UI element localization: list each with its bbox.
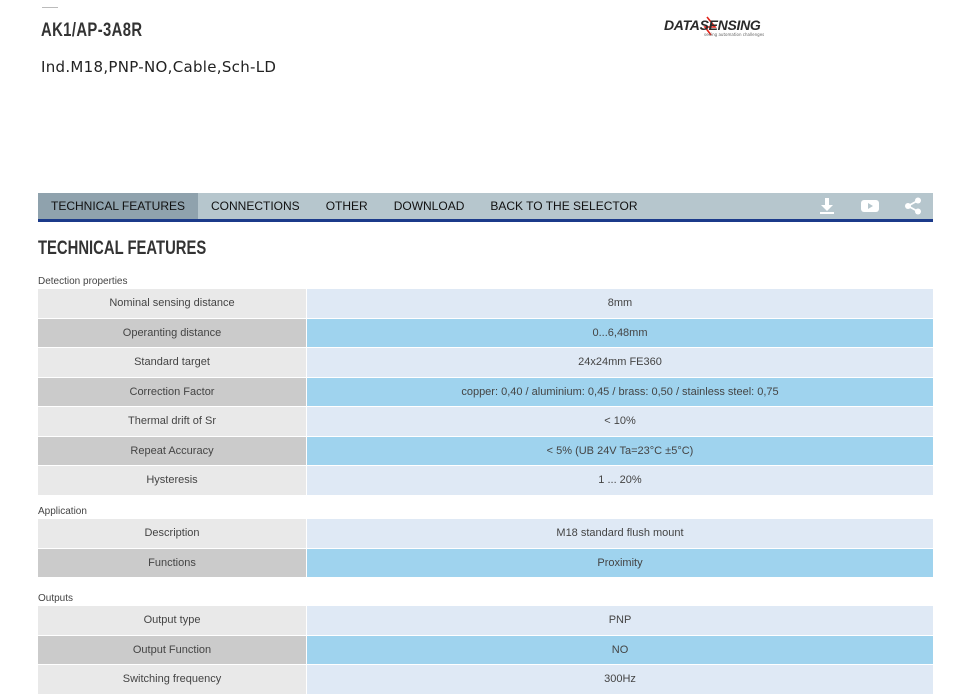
row-label: Operanting distance: [38, 318, 307, 348]
tab-technical-features[interactable]: TECHNICAL FEATURES: [38, 193, 199, 219]
video-icon[interactable]: [860, 196, 880, 216]
table-row: Description M18 standard flush mount: [38, 519, 933, 549]
table-row: Operanting distance 0...6,48mm: [38, 318, 933, 348]
tab-bar: TECHNICAL FEATURES CONNECTIONS OTHER DOW…: [38, 193, 933, 222]
row-value: 24x24mm FE360: [306, 347, 933, 378]
row-value: < 5% (UB 24V Ta=23°C ±5°C): [306, 436, 933, 466]
row-label: Correction Factor: [38, 377, 307, 407]
table-row: Hysteresis 1 ... 20%: [38, 465, 933, 496]
product-description: Ind.M18,PNP-NO,Cable,Sch-LD: [41, 58, 277, 76]
tab-bar-actions: [794, 193, 923, 219]
row-value: 1 ... 20%: [306, 465, 933, 496]
row-label: Thermal drift of Sr: [38, 406, 307, 437]
row-value: M18 standard flush mount: [306, 519, 933, 549]
table-row: Thermal drift of Sr < 10%: [38, 406, 933, 437]
row-value: 8mm: [306, 289, 933, 319]
row-value: Proximity: [306, 548, 933, 578]
row-label: Output type: [38, 606, 307, 636]
datasensing-logo: DATASENSING seeing automation challenges: [664, 15, 764, 41]
download-icon[interactable]: [817, 196, 837, 216]
row-value: NO: [306, 635, 933, 665]
table-row: Output Function NO: [38, 635, 933, 665]
row-label: Standard target: [38, 347, 307, 378]
row-value: PNP: [306, 606, 933, 636]
row-label: Description: [38, 519, 307, 549]
top-divider: [42, 7, 58, 8]
row-label: Repeat Accuracy: [38, 436, 307, 466]
table-row: Output type PNP: [38, 606, 933, 636]
share-icon[interactable]: [903, 196, 923, 216]
table-row: Standard target 24x24mm FE360: [38, 347, 933, 378]
row-value: 0...6,48mm: [306, 318, 933, 348]
row-label: Nominal sensing distance: [38, 289, 307, 319]
group-title-detection: Detection properties: [38, 276, 128, 287]
row-label: Hysteresis: [38, 465, 307, 496]
detection-properties-table: Nominal sensing distance 8mm Operanting d…: [38, 289, 933, 496]
row-label: Switching frequency: [38, 664, 307, 695]
tab-download[interactable]: DOWNLOAD: [381, 193, 478, 219]
tab-back-to-selector[interactable]: BACK TO THE SELECTOR: [477, 193, 650, 219]
group-title-application: Application: [38, 506, 87, 517]
row-label: Output Function: [38, 635, 307, 665]
product-code: AK1/AP-3A8R: [41, 20, 143, 41]
outputs-table: Output type PNP Output Function NO Switchi…: [38, 606, 933, 695]
table-row: Nominal sensing distance 8mm: [38, 289, 933, 319]
tab-connections[interactable]: CONNECTIONS: [198, 193, 313, 219]
table-row: Correction Factor copper: 0,40 / aluminiu…: [38, 377, 933, 407]
row-value: 300Hz: [306, 664, 933, 695]
row-value: copper: 0,40 / aluminium: 0,45 / brass: …: [306, 377, 933, 407]
table-row: Repeat Accuracy < 5% (UB 24V Ta=23°C ±5°C…: [38, 436, 933, 466]
logo-tagline: seeing automation challenges: [704, 32, 765, 37]
group-title-outputs: Outputs: [38, 593, 74, 604]
table-row: Functions Proximity: [38, 548, 933, 578]
table-row: Switching frequency 300Hz: [38, 664, 933, 695]
section-title: TECHNICAL FEATURES: [38, 238, 207, 259]
tab-other[interactable]: OTHER: [313, 193, 381, 219]
row-value: < 10%: [306, 406, 933, 437]
application-table: Description M18 standard flush mount Func…: [38, 519, 933, 578]
row-label: Functions: [38, 548, 307, 578]
